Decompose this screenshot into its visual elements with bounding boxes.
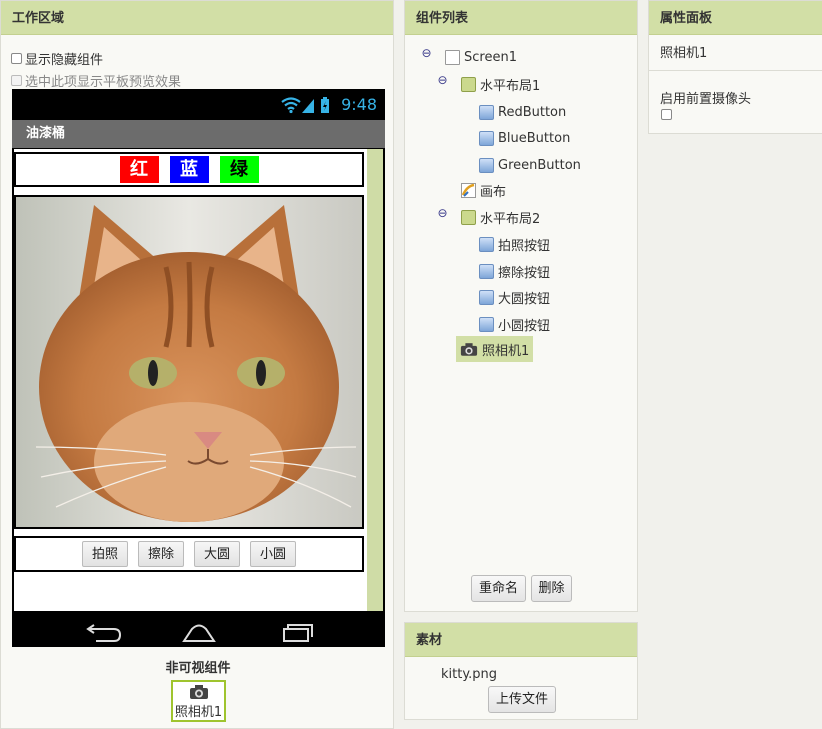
nonvisible-camera-label: 照相机1 xyxy=(174,705,223,720)
tree-label: Screen1 xyxy=(464,49,517,65)
tree-item-screen1[interactable]: Screen1 xyxy=(445,47,517,67)
assets-panel: 素材 kitty.png 上传文件 xyxy=(404,622,638,720)
tree-label: BlueButton xyxy=(498,130,571,146)
canvas[interactable] xyxy=(14,195,364,529)
tree-item-redbutton[interactable]: RedButton xyxy=(479,102,566,122)
upload-file-button[interactable]: 上传文件 xyxy=(488,686,556,713)
status-icons xyxy=(281,97,329,114)
horizontal-layout-icon xyxy=(461,76,476,92)
nonvisible-camera-item[interactable]: 照相机1 xyxy=(171,680,226,722)
nav-bar xyxy=(12,611,385,647)
rename-button[interactable]: 重命名 xyxy=(471,575,526,602)
horizontal-layout-icon xyxy=(461,209,476,225)
tree-item-canvas[interactable]: 画布 xyxy=(461,180,506,200)
tree-item-layout1[interactable]: 水平布局1 xyxy=(461,74,540,94)
collapse-layout2-icon[interactable]: ⊖ xyxy=(437,207,448,219)
front-camera-checkbox[interactable] xyxy=(661,109,672,120)
front-camera-label: 启用前置摄像头 xyxy=(660,92,752,107)
tablet-preview-checkbox[interactable] xyxy=(11,75,22,86)
blue-button[interactable]: 蓝 xyxy=(169,156,209,183)
tablet-preview-row[interactable]: 选中此项显示平板预览效果 xyxy=(11,71,181,90)
tree-label: 水平布局2 xyxy=(480,211,541,227)
red-button[interactable]: 红 xyxy=(119,156,159,183)
nav-icons xyxy=(86,624,313,642)
work-area-header: 工作区域 xyxy=(1,1,393,35)
canvas-icon xyxy=(461,182,476,198)
back-icon xyxy=(90,628,122,642)
photo-button[interactable]: 拍照 xyxy=(81,541,128,567)
nonvisible-title: 非可视组件 xyxy=(165,661,231,676)
button-icon xyxy=(479,157,494,173)
tablet-preview-label: 选中此项显示平板预览效果 xyxy=(25,75,182,90)
button-icon xyxy=(479,263,494,279)
signal-icon xyxy=(302,99,314,113)
properties-header: 属性面板 xyxy=(649,1,822,35)
home-icon xyxy=(182,624,216,642)
app-title-bar: 油漆桶 xyxy=(12,120,385,148)
button-icon xyxy=(479,316,494,332)
small-circle-button[interactable]: 小圆 xyxy=(250,541,297,567)
tree-label: 画布 xyxy=(480,184,507,200)
tree-label: RedButton xyxy=(498,104,567,120)
wifi-icon xyxy=(281,97,301,103)
tree-label: 擦除按钮 xyxy=(498,265,551,281)
camera-icon xyxy=(189,685,208,699)
app-screen: 红 蓝 绿 拍照 擦除 大圆 小圆 xyxy=(14,149,383,611)
horizontal-layout-1: 红 蓝 绿 xyxy=(14,152,364,187)
components-header: 组件列表 xyxy=(405,1,637,35)
tree-item-camera1[interactable]: 照相机1 xyxy=(456,336,534,362)
tree-item-layout2[interactable]: 水平布局2 xyxy=(461,207,540,227)
button-icon xyxy=(479,236,494,252)
status-time: 9:48 xyxy=(341,95,377,114)
tree-item-greenbutton[interactable]: GreenButton xyxy=(479,155,581,175)
tree-label: 拍照按钮 xyxy=(498,238,551,254)
button-icon xyxy=(479,289,494,305)
collapse-screen1-icon[interactable]: ⊖ xyxy=(421,47,432,59)
assets-header: 素材 xyxy=(405,623,637,657)
components-panel: 组件列表 ⊖ Screen1 ⊖ 水平布局1 RedButton BlueBut… xyxy=(404,0,638,612)
green-button[interactable]: 绿 xyxy=(219,156,259,183)
phone-preview: 9:48 油漆桶 红 蓝 绿 拍照 擦除 大圆 小圆 xyxy=(12,89,385,647)
camera-icon xyxy=(460,342,478,356)
tree-label: GreenButton xyxy=(498,157,581,173)
tree-item-bluebutton[interactable]: BlueButton xyxy=(479,128,570,148)
status-bar: 9:48 xyxy=(12,89,385,119)
show-hidden-row[interactable]: 显示隐藏组件 xyxy=(11,49,103,68)
horizontal-layout-2: 拍照 擦除 大圆 小圆 xyxy=(14,536,364,572)
tree-item-big-circle-button[interactable]: 大圆按钮 xyxy=(479,287,550,307)
recent-apps-icon xyxy=(283,628,309,642)
tree-item-small-circle-button[interactable]: 小圆按钮 xyxy=(479,314,550,334)
erase-button[interactable]: 擦除 xyxy=(137,541,184,567)
tree-label: 大圆按钮 xyxy=(498,291,551,307)
big-circle-button[interactable]: 大圆 xyxy=(194,541,241,567)
delete-button[interactable]: 删除 xyxy=(531,575,572,602)
kitty-image xyxy=(16,197,362,527)
screen-scrollbar[interactable] xyxy=(367,149,383,611)
show-hidden-checkbox[interactable] xyxy=(11,53,22,64)
button-icon xyxy=(479,130,494,146)
asset-file-item[interactable]: kitty.png xyxy=(441,667,497,682)
show-hidden-label: 显示隐藏组件 xyxy=(25,53,104,68)
properties-panel: 属性面板 照相机1 启用前置摄像头 xyxy=(648,0,822,134)
tree-label: 小圆按钮 xyxy=(498,318,551,334)
tree-item-photo-button[interactable]: 拍照按钮 xyxy=(479,234,550,254)
button-icon xyxy=(479,104,494,120)
tree-item-erase-button[interactable]: 擦除按钮 xyxy=(479,261,550,281)
screen-icon xyxy=(445,49,460,65)
collapse-layout1-icon[interactable]: ⊖ xyxy=(437,74,448,86)
properties-component-name: 照相机1 xyxy=(649,35,822,71)
work-area-panel: 工作区域 显示隐藏组件 选中此项显示平板预览效果 9:48 油漆桶 红 蓝 绿 … xyxy=(0,0,394,729)
tree-label: 照相机1 xyxy=(482,343,530,359)
tree-label: 水平布局1 xyxy=(480,78,541,94)
